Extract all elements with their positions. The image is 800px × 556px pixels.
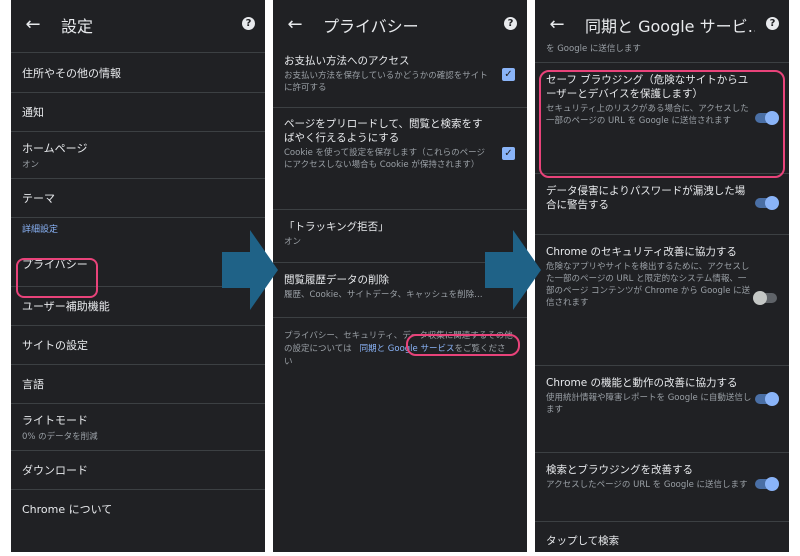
settings-item-site-settings[interactable]: サイトの設定 [11,326,265,364]
item-label: ダウンロード [22,464,88,477]
page-title: 同期と Google サービ… [585,17,755,36]
row-sub: Cookie を使って設定を保存します（これらのページにアクセスしない場合も C… [284,148,485,170]
checkbox-checked-icon[interactable]: ✓ [502,147,515,160]
settings-item-lite-mode[interactable]: ライトモード 0% のデータを削減 [11,404,265,450]
row-title: データ侵害によりパスワードが漏洩した場合に警告する [546,185,746,211]
privacy-highlight [16,258,98,298]
sync-link-highlight [406,334,520,356]
item-label: テーマ [22,192,55,205]
row-title: 検索とブラウジングを改善する [546,464,693,476]
features-improve-row[interactable]: Chrome の機能と動作の改善に協力する 使用統計情報や障害レポートを Goo… [535,366,789,452]
features-improve-toggle[interactable] [755,392,779,406]
settings-item-languages[interactable]: 言語 [11,365,265,403]
item-sub: オン [22,160,40,170]
arrow-right-icon [222,230,278,310]
toggle-knob [765,392,779,406]
settings-item-address[interactable]: 住所やその他の情報 [11,54,265,92]
password-leak-toggle[interactable] [755,196,779,210]
preload-row[interactable]: ページをプリロードして、閲覧と検索をすばやく行えるようにする Cookie を使… [273,108,527,209]
password-leak-row[interactable]: データ侵害によりパスワードが漏洩した場合に警告する [535,174,789,234]
item-sub: 0% のデータを削減 [22,432,98,442]
page-title: 設定 [61,17,94,36]
app-bar: ← 同期と Google サービ… ? [535,0,789,48]
settings-item-theme[interactable]: テーマ [11,179,265,217]
arrow-right-icon [485,230,541,310]
tap-to-search-row[interactable]: タップして検索 [535,522,789,552]
back-arrow-icon[interactable]: ← [545,12,569,36]
row-sub: 危険なアプリやサイトを検出するために、アクセスした一部のページの URL と限定… [546,262,751,308]
settings-item-homepage[interactable]: ホームページ オン [11,132,265,178]
row-title: 閲覧履歴データの削除 [284,274,389,286]
payment-access-row[interactable]: お支払い方法へのアクセス お支払い方法を保存しているかどうかの確認をサイトに許可… [273,48,527,107]
item-label: サイトの設定 [22,339,88,352]
row-title: ページをプリロードして、閲覧と検索をすばやく行えるようにする [284,118,483,144]
settings-item-notifications[interactable]: 通知 [11,93,265,131]
item-label: 言語 [22,378,44,391]
row-title: お支払い方法へのアクセス [284,55,410,67]
security-improve-row[interactable]: Chrome のセキュリティ改善に協力する 危険なアプリやサイトを検出するために… [535,235,789,365]
toggle-knob [753,291,767,305]
row-title: タップして検索 [546,535,620,547]
toggle-knob [765,196,779,210]
toggle-knob [765,477,779,491]
row-title: 「トラッキング拒否」 [284,221,389,233]
row-sub: 使用統計情報や障害レポートを Google に自動送信します [546,393,752,415]
security-improve-toggle[interactable] [753,291,777,305]
row-sub: オン [284,237,302,247]
help-icon[interactable]: ? [766,17,779,30]
item-label: ホームページ [22,142,88,155]
app-bar: ← 設定 ? [11,0,265,48]
back-arrow-icon[interactable]: ← [283,12,307,36]
sync-services-panel: ← 同期と Google サービ… ? を Google に送信します セーフ … [535,0,789,552]
search-browsing-toggle[interactable] [755,477,779,491]
row-sub: アクセスしたページの URL を Google に送信します [546,480,748,490]
search-browsing-row[interactable]: 検索とブラウジングを改善する アクセスしたページの URL を Google に… [535,453,789,521]
item-label: Chrome について [22,503,113,516]
settings-item-downloads[interactable]: ダウンロード [11,451,265,489]
help-icon[interactable]: ? [504,17,517,30]
back-arrow-icon[interactable]: ← [21,12,45,36]
row-sub: お支払い方法を保存しているかどうかの確認をサイトに許可する [284,71,488,93]
item-label: 住所やその他の情報 [22,67,121,80]
row-sub: 履歴、Cookie、サイトデータ、キャッシュを削除… [284,290,483,300]
item-label: 通知 [22,106,44,119]
page-title: プライバシー [323,17,419,36]
checkbox-checked-icon[interactable]: ✓ [502,68,515,81]
row-title: Chrome の機能と動作の改善に協力する [546,377,738,389]
settings-item-about-chrome[interactable]: Chrome について [11,490,265,528]
app-bar: ← プライバシー ? [273,0,527,48]
item-label: ライトモード [22,414,88,427]
row-title: Chrome のセキュリティ改善に協力する [546,246,737,258]
safe-browsing-highlight [539,70,785,178]
help-icon[interactable]: ? [242,17,255,30]
